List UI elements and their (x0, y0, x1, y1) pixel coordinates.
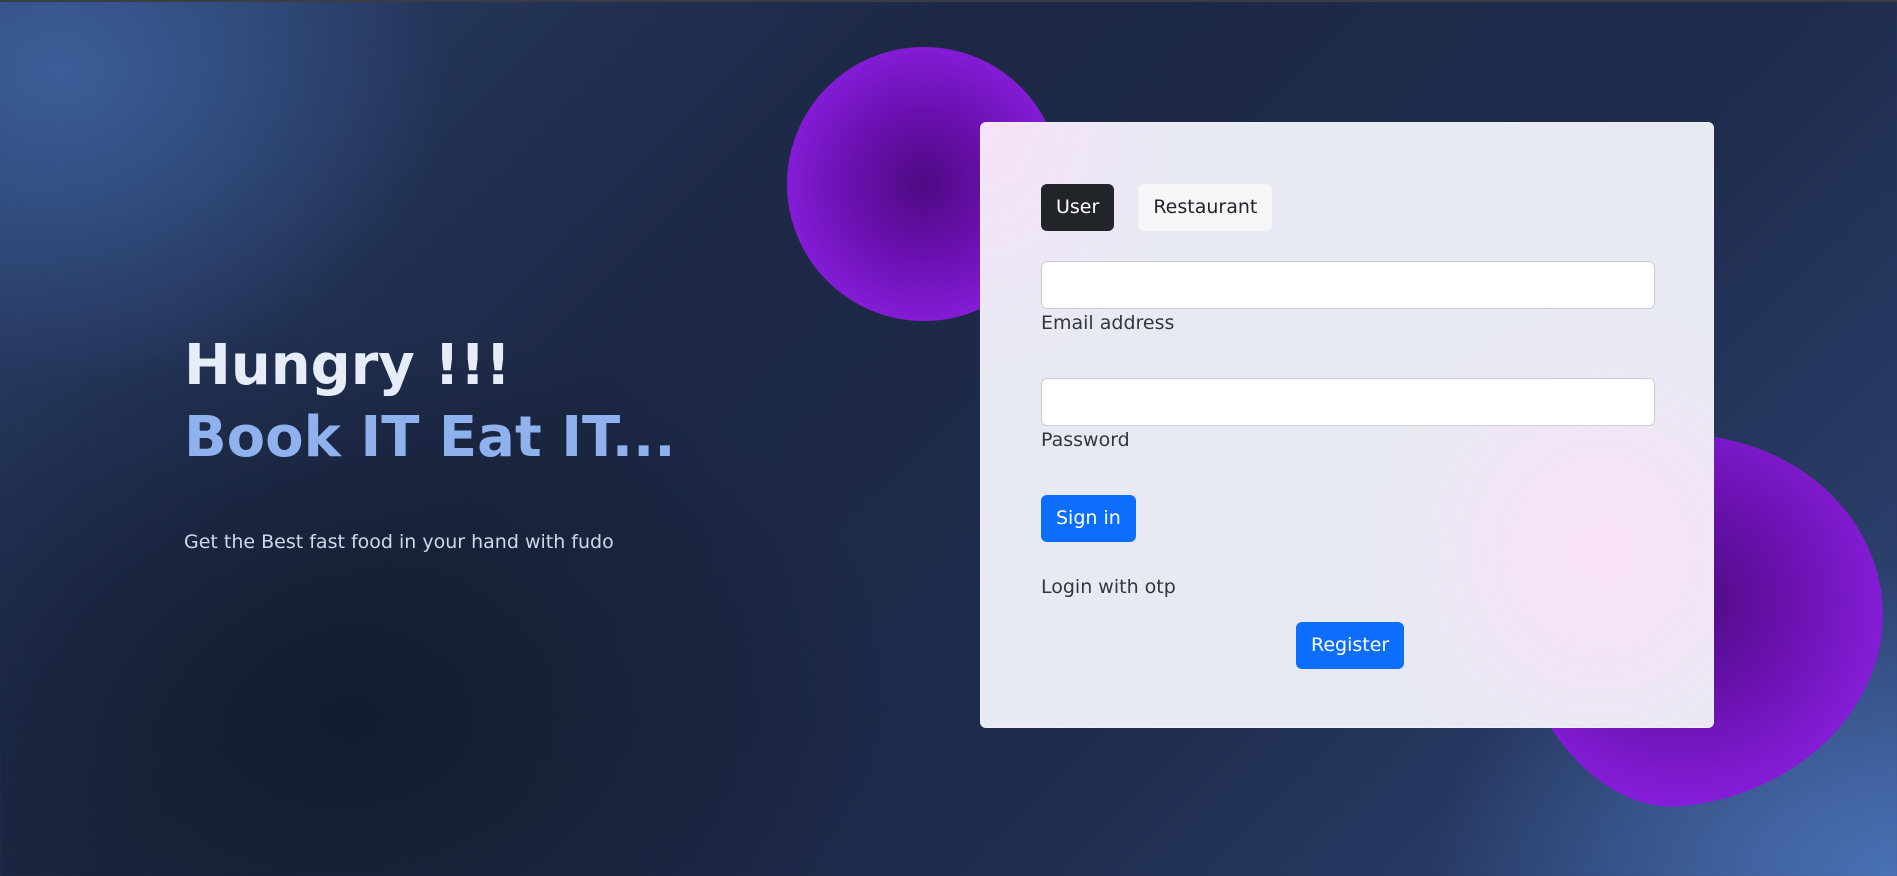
email-field[interactable] (1041, 261, 1655, 309)
window-top-border (0, 0, 1897, 2)
sign-in-button[interactable]: Sign in (1041, 495, 1136, 542)
tab-restaurant[interactable]: Restaurant (1138, 184, 1273, 231)
tab-user[interactable]: User (1041, 184, 1115, 231)
account-type-tabs: User Restaurant (1041, 184, 1273, 231)
hero-subtitle: Book IT Eat IT... (184, 405, 676, 470)
hero-section: Hungry !!! Book IT Eat IT... (184, 330, 676, 474)
password-label: Password (1041, 429, 1130, 451)
login-card: User Restaurant Email address Password Si… (980, 122, 1714, 728)
register-button[interactable]: Register (1296, 622, 1405, 669)
hero-title: Hungry !!! (184, 333, 511, 398)
hero-tagline: Get the Best fast food in your hand with… (184, 531, 614, 553)
email-label: Email address (1041, 312, 1175, 334)
password-field[interactable] (1041, 378, 1655, 426)
login-with-otp-link[interactable]: Login with otp (1041, 576, 1176, 598)
